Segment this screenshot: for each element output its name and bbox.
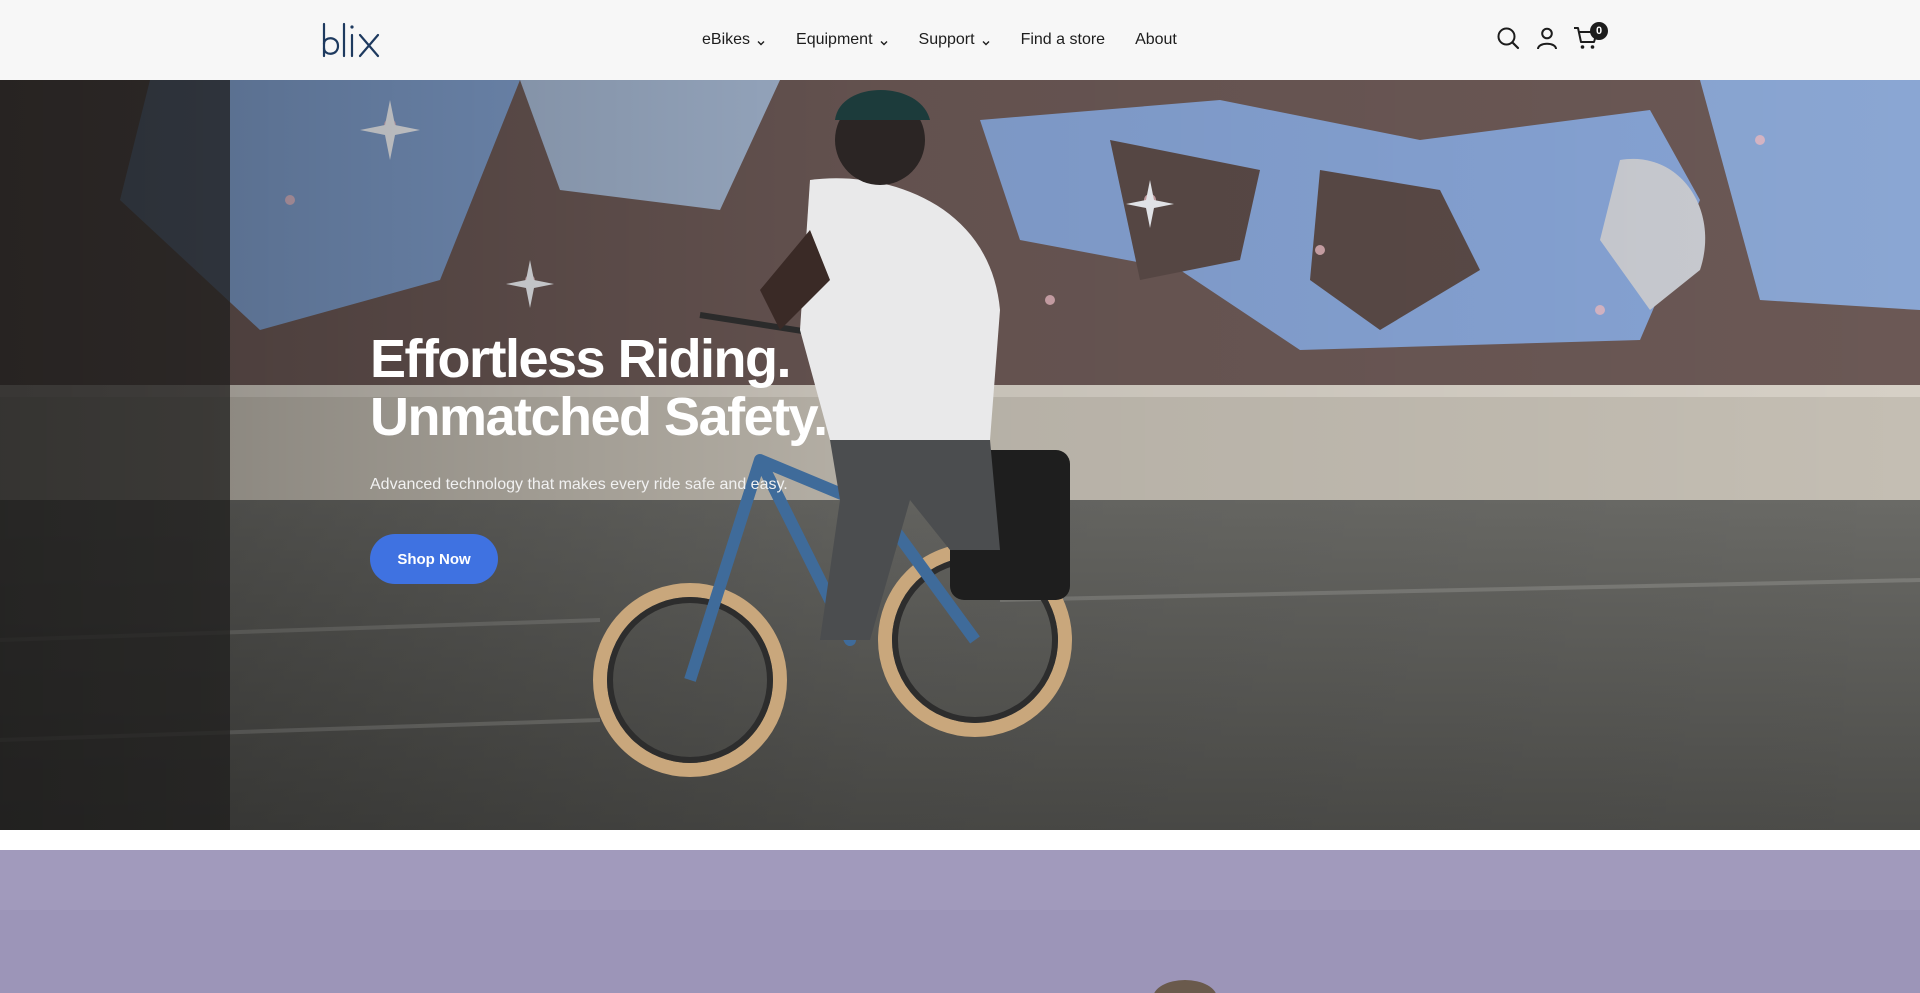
search-button[interactable] [1492,24,1524,56]
nav-item-about[interactable]: About [1135,31,1177,49]
nav-item-label: Support [918,31,975,48]
nav-item-label: About [1135,31,1177,48]
hero-title-line-2: Unmatched Safety. [370,387,828,447]
secondary-banner-image [0,850,1920,993]
cart-button[interactable]: 0 [1570,22,1608,56]
header-actions: 0 [1492,22,1608,56]
nav-item-equipment[interactable]: Equipment [796,31,889,49]
chevron-down-icon [879,35,889,46]
hero-banner: Effortless Riding. Unmatched Safety. Adv… [0,80,1920,830]
nav-item-find-a-store[interactable]: Find a store [1021,31,1105,49]
chevron-down-icon [981,35,991,46]
main-nav: eBikes Equipment Support Find a store Ab… [702,0,1177,80]
shop-now-button[interactable]: Shop Now [370,534,498,584]
blix-logo[interactable] [322,22,390,58]
site-header: eBikes Equipment Support Find a store Ab… [0,0,1920,80]
nav-item-label: Find a store [1020,31,1106,48]
search-icon [1496,26,1520,55]
hero-content: Effortless Riding. Unmatched Safety. Adv… [370,330,1070,584]
chevron-down-icon [756,35,766,46]
account-button[interactable] [1531,24,1563,56]
user-icon [1535,26,1559,55]
secondary-banner [0,850,1920,993]
hero-title: Effortless Riding. Unmatched Safety. [370,330,1070,446]
cart-count-badge: 0 [1590,22,1608,40]
nav-item-label: eBikes [702,31,751,48]
nav-item-label: Equipment [796,31,873,48]
hero-subtitle: Advanced technology that makes every rid… [370,476,788,493]
nav-item-ebikes[interactable]: eBikes [702,31,766,49]
nav-item-support[interactable]: Support [919,31,991,49]
hero-title-line-1: Effortless Riding. [370,329,792,389]
